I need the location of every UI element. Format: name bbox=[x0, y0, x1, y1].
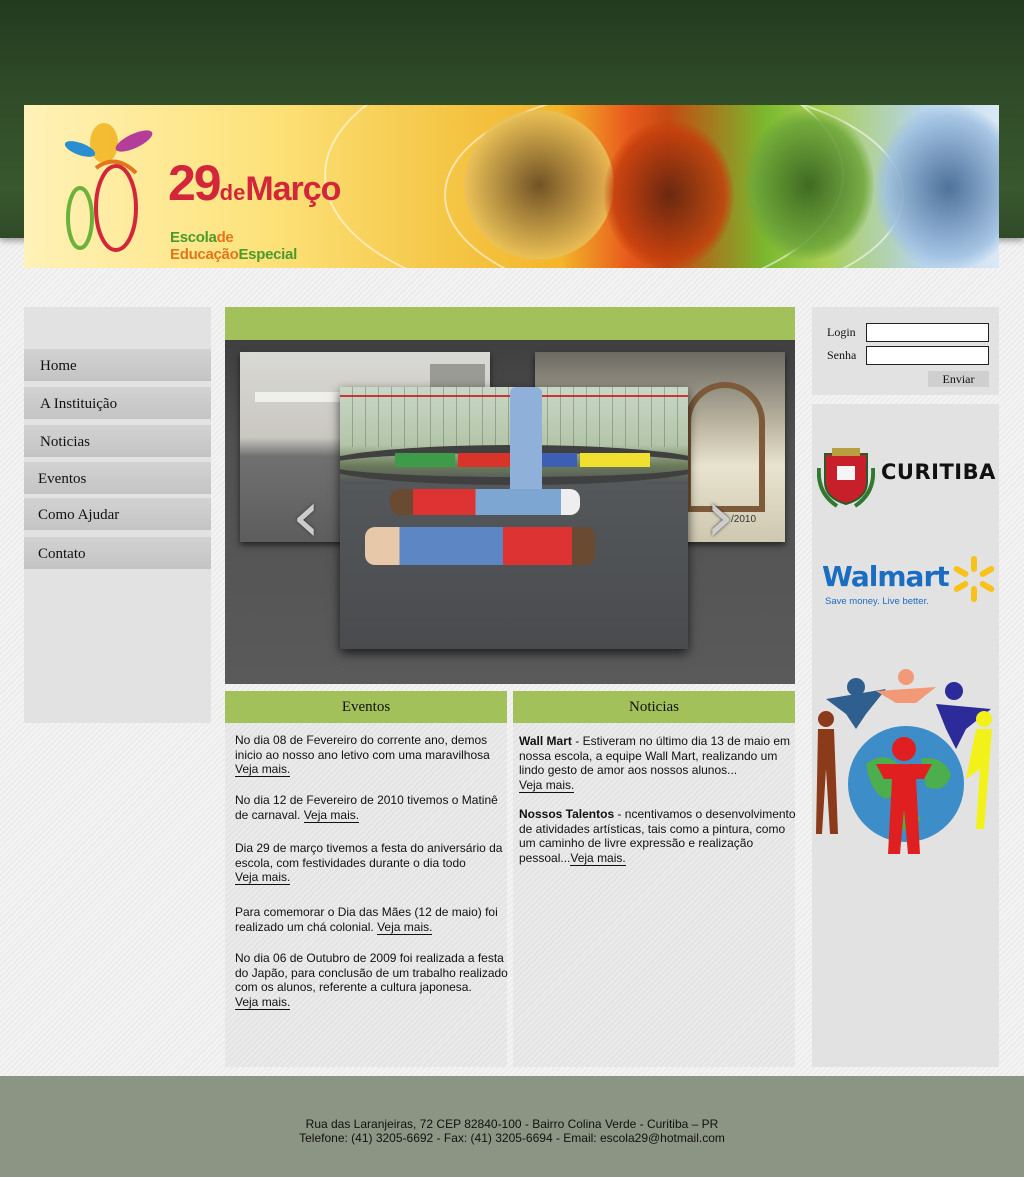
walmart-spark-icon bbox=[953, 556, 995, 602]
photo-mother-child bbox=[874, 105, 999, 268]
curitiba-logo[interactable]: CURITIBA bbox=[817, 448, 995, 508]
photo-slider: /2010 ‹ › bbox=[225, 340, 795, 684]
login-label: Login bbox=[827, 325, 856, 339]
read-more-link[interactable]: Veja mais. bbox=[235, 870, 291, 886]
noticias-panel: Wall Mart - Estiveram no último dia 13 d… bbox=[513, 723, 796, 1067]
footer: Rua das Laranjeiras, 72 CEP 82840-100 - … bbox=[0, 1076, 1024, 1177]
nav-item-eventos[interactable]: Eventos bbox=[24, 462, 211, 494]
photo-boy bbox=[464, 110, 614, 260]
child-figure bbox=[365, 527, 595, 565]
nav-item-contato[interactable]: Contato bbox=[24, 537, 211, 569]
curitiba-text: CURITIBA bbox=[881, 460, 996, 484]
nav-item-instituicao[interactable]: A Instituição bbox=[24, 387, 211, 419]
chevron-left-icon[interactable]: ‹ bbox=[289, 480, 323, 552]
logo-figure-icon bbox=[64, 123, 153, 252]
event-item: No dia 08 de Fevereiro do corrente ano, … bbox=[235, 733, 490, 778]
footer-address: Rua das Laranjeiras, 72 CEP 82840-100 - … bbox=[305, 1117, 719, 1131]
photo-children bbox=[744, 110, 874, 260]
nav-item-label: A Instituição bbox=[40, 396, 118, 412]
chevron-right-icon[interactable]: › bbox=[703, 480, 737, 552]
nav-item-label: Home bbox=[40, 358, 77, 374]
event-item: No dia 06 de Outubro de 2009 foi realiza… bbox=[235, 951, 508, 1010]
curitiba-crest-icon bbox=[817, 448, 875, 508]
event-item: Para comemorar o Dia das Mães (12 de mai… bbox=[235, 905, 498, 935]
news-item: Wall Mart - Estiveram no último dia 13 d… bbox=[519, 734, 790, 793]
sponsors-panel: CURITIBA Walmart Save money. Live better… bbox=[812, 404, 999, 1067]
people-globe-icon bbox=[816, 669, 992, 854]
noticias-header: Noticias bbox=[513, 691, 795, 723]
walmart-text: Walmart bbox=[822, 560, 950, 593]
logo-subtitle: Escolade EducaçãoEspecial bbox=[170, 229, 297, 263]
people-globe-logo[interactable] bbox=[816, 669, 996, 859]
nav-item-label: Contato bbox=[38, 546, 86, 562]
nav-item-como-ajudar[interactable]: Como Ajudar bbox=[24, 498, 211, 530]
school-logo[interactable]: 29deMarço Escolade EducaçãoEspecial bbox=[56, 113, 356, 263]
slider-main-photo[interactable] bbox=[340, 387, 688, 649]
photo-dog bbox=[604, 120, 734, 268]
nav-item-label: Como Ajudar bbox=[38, 507, 120, 523]
read-more-link[interactable]: Veja mais. bbox=[235, 994, 291, 1010]
eventos-header: Eventos bbox=[225, 691, 507, 723]
walmart-logo[interactable]: Walmart Save money. Live better. bbox=[822, 554, 997, 614]
login-panel: Login Senha Enviar bbox=[812, 307, 999, 395]
walmart-tagline: Save money. Live better. bbox=[825, 596, 929, 607]
password-label: Senha bbox=[827, 348, 857, 362]
read-more-link[interactable]: Veja mais. bbox=[570, 850, 626, 866]
banner: 29deMarço Escolade EducaçãoEspecial bbox=[24, 105, 999, 268]
read-more-link[interactable]: Veja mais. bbox=[519, 777, 575, 793]
sidebar-nav: Home A Instituição Noticias Eventos Como… bbox=[24, 307, 211, 723]
eventos-panel: No dia 08 de Fevereiro do corrente ano, … bbox=[225, 723, 508, 1067]
read-more-link[interactable]: Veja mais. bbox=[235, 762, 291, 778]
nav-item-label: Noticias bbox=[40, 434, 90, 450]
nav-item-home[interactable]: Home bbox=[24, 349, 211, 381]
nav-item-label: Eventos bbox=[38, 471, 87, 487]
logo-title: 29deMarço bbox=[168, 155, 341, 211]
footer-contact: Telefone: (41) 3205-6692 - Fax: (41) 320… bbox=[299, 1131, 725, 1145]
nav-item-noticias[interactable]: Noticias bbox=[24, 425, 211, 457]
login-input[interactable] bbox=[866, 323, 989, 342]
event-item: Dia 29 de março tivemos a festa do anive… bbox=[235, 841, 503, 886]
read-more-link[interactable]: Veja mais. bbox=[303, 807, 360, 823]
password-input[interactable] bbox=[866, 346, 989, 365]
news-item: Nossos Talentos - ncentivamos o desenvol… bbox=[519, 807, 796, 866]
read-more-link[interactable]: Veja mais. bbox=[377, 919, 433, 935]
event-item: No dia 12 de Fevereiro de 2010 tivemos o… bbox=[235, 793, 498, 823]
slider-header bbox=[225, 307, 795, 340]
send-button[interactable]: Enviar bbox=[928, 371, 989, 387]
child-figure bbox=[390, 489, 580, 515]
